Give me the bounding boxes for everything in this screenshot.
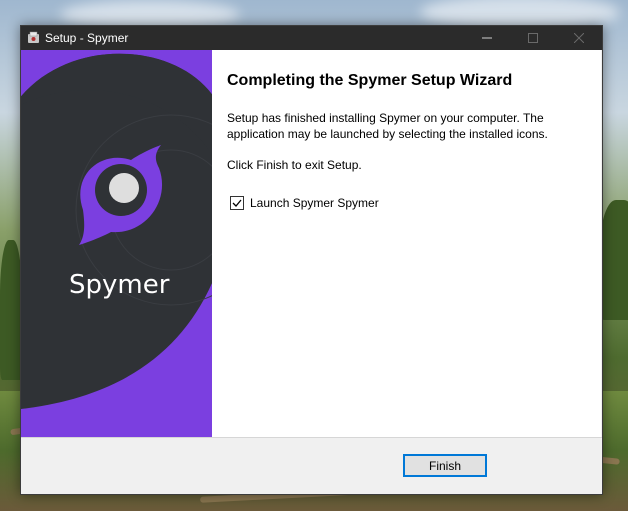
exit-instruction: Click Finish to exit Setup.: [227, 158, 362, 172]
banner-artwork: [21, 50, 212, 437]
window-title: Setup - Spymer: [45, 31, 129, 45]
finish-message: Setup has finished installing Spymer on …: [227, 111, 548, 141]
launch-option[interactable]: Launch Spymer Spymer: [230, 196, 379, 210]
checkmark-icon: [232, 199, 242, 207]
maximize-button[interactable]: [510, 26, 556, 50]
footer-bar: Finish: [21, 438, 602, 494]
finish-button[interactable]: Finish: [403, 454, 487, 477]
launch-checkbox[interactable]: [230, 196, 244, 210]
maximize-icon: [528, 33, 538, 43]
banner-brand-name: Spymer: [69, 270, 170, 300]
page-title: Completing the Spymer Setup Wizard: [227, 72, 513, 89]
tree: [0, 240, 22, 380]
close-icon: [574, 33, 584, 43]
launch-checkbox-label: Launch Spymer Spymer: [250, 196, 379, 210]
wizard-content: Completing the Spymer Setup Wizard Setup…: [212, 50, 601, 437]
title-bar[interactable]: Setup - Spymer: [21, 26, 602, 50]
setup-window: Setup - Spymer Spymer Completing the Spy…: [20, 25, 603, 495]
close-button[interactable]: [556, 26, 602, 50]
installer-app-icon: [27, 31, 40, 44]
tree: [600, 200, 628, 320]
wizard-banner: Spymer: [21, 50, 212, 437]
minimize-button[interactable]: [464, 26, 510, 50]
minimize-icon: [482, 37, 492, 39]
